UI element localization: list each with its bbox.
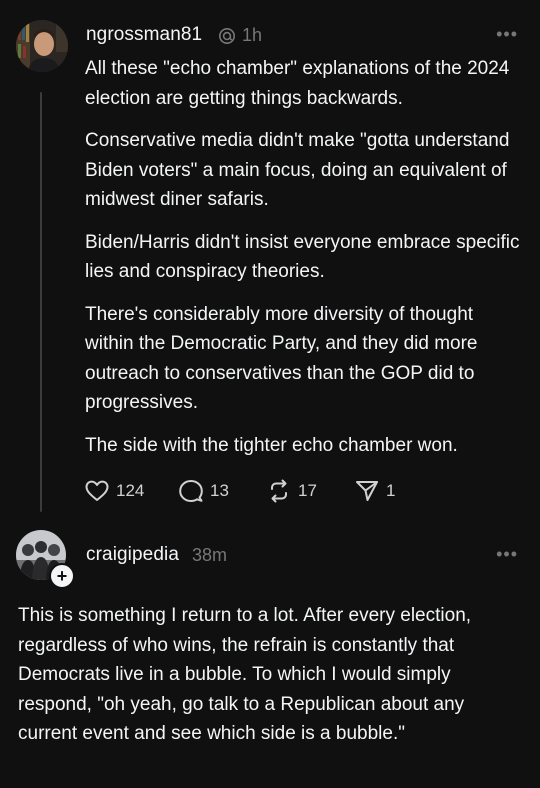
post-ngrossman81: ngrossman81 1h ••• All these "echo chamb… bbox=[0, 0, 540, 520]
post-body: All these "echo chamber" explanations of… bbox=[85, 54, 525, 473]
action-bar: 124 13 17 1 bbox=[84, 478, 414, 504]
more-options-button[interactable]: ••• bbox=[496, 544, 518, 565]
post-meta: 38m bbox=[192, 545, 227, 566]
like-count: 124 bbox=[116, 481, 145, 500]
share-button[interactable]: 1 bbox=[354, 478, 414, 504]
timestamp: 1h bbox=[242, 25, 263, 45]
reply-button[interactable]: 13 bbox=[178, 478, 266, 504]
follow-button[interactable]: + bbox=[49, 563, 75, 589]
post-meta: 1h bbox=[218, 25, 262, 46]
repost-count: 17 bbox=[298, 481, 317, 500]
paragraph: All these "echo chamber" explanations of… bbox=[85, 58, 510, 109]
repost-icon bbox=[271, 479, 287, 503]
post-craigipedia: + craigipedia 38m ••• This is something … bbox=[0, 520, 540, 788]
more-horizontal-icon: ••• bbox=[496, 24, 518, 44]
paragraph: There's considerably more diversity of t… bbox=[85, 303, 478, 414]
heart-icon bbox=[85, 480, 109, 501]
paragraph: This is something I return to a lot. Aft… bbox=[18, 605, 472, 744]
threads-ring-icon bbox=[219, 27, 235, 44]
paragraph: Conservative media didn't make "gotta un… bbox=[85, 130, 510, 210]
more-horizontal-icon: ••• bbox=[496, 544, 518, 564]
timestamp: 38m bbox=[192, 545, 228, 565]
post-body: This is something I return to a lot. Aft… bbox=[18, 601, 518, 762]
repost-button[interactable]: 17 bbox=[266, 478, 354, 504]
plus-icon: + bbox=[56, 566, 68, 586]
paragraph: The side with the tighter echo chamber w… bbox=[85, 434, 458, 456]
avatar-photo bbox=[16, 20, 68, 72]
like-button[interactable]: 124 bbox=[84, 478, 178, 504]
share-count: 1 bbox=[386, 481, 396, 500]
reply-count: 13 bbox=[210, 481, 229, 500]
send-icon bbox=[356, 481, 378, 501]
avatar[interactable] bbox=[16, 20, 68, 72]
more-options-button[interactable]: ••• bbox=[496, 24, 518, 45]
username[interactable]: ngrossman81 bbox=[86, 24, 202, 46]
comment-icon bbox=[179, 480, 203, 502]
username[interactable]: craigipedia bbox=[86, 544, 179, 566]
thread-line bbox=[40, 92, 42, 512]
paragraph: Biden/Harris didn't insist everyone embr… bbox=[85, 231, 520, 283]
